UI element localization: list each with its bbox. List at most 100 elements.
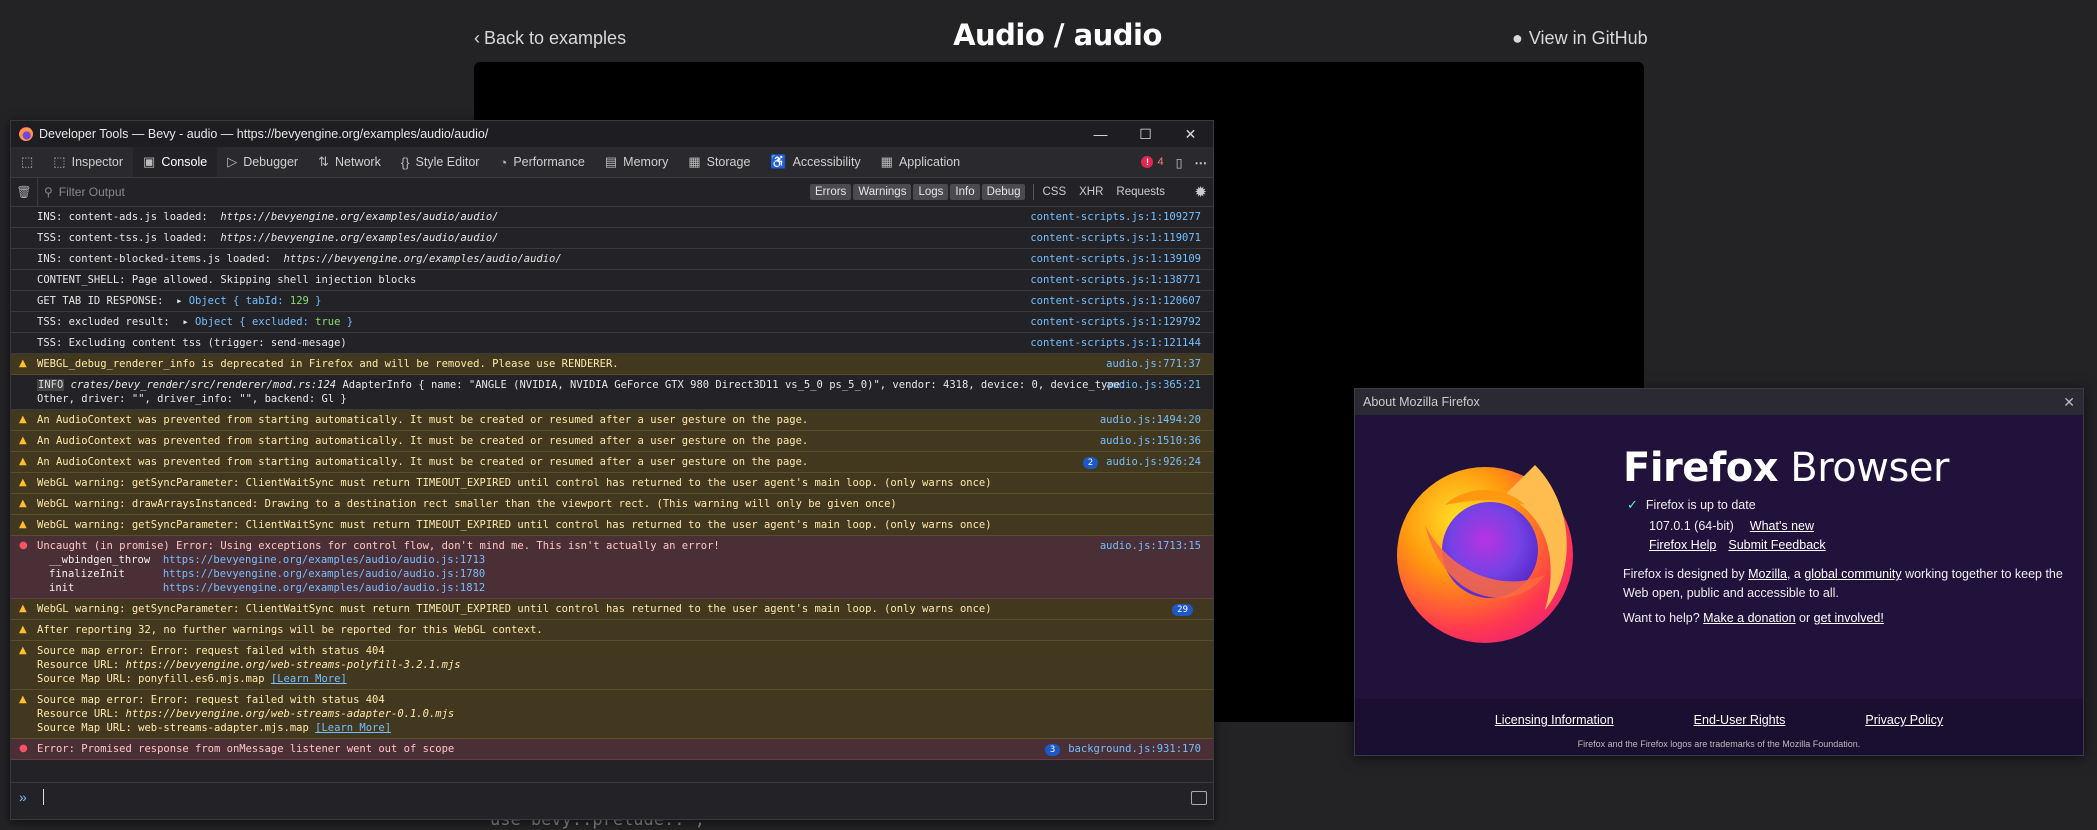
message-line: An AudioContext was prevented from start… [37, 414, 808, 426]
message-line: INS: content-blocked-items.js loaded: ht… [37, 253, 562, 265]
licensing-link[interactable]: Licensing Information [1495, 713, 1614, 727]
console-message[interactable]: ▲ WebGL warning: getSyncParameter: Client… [11, 599, 1213, 620]
firefox-help-link[interactable]: Firefox Help [1649, 538, 1716, 552]
tab-debugger[interactable]: ▷ Debugger [217, 147, 308, 177]
message-line: Source map error: Error: request failed … [37, 645, 385, 657]
message-text: TSS: excluded result: ▸ [37, 316, 196, 328]
stack-location-link[interactable]: https://bevyengine.org/examples/audio/au… [163, 582, 485, 594]
source-link[interactable]: background.js:931:170 [1068, 743, 1201, 755]
message-text: GET TAB ID RESPONSE: ▸ [37, 295, 189, 307]
filter-errors-button[interactable]: Errors [810, 184, 852, 200]
view-in-github-link[interactable]: ● View in GitHub [1512, 28, 1648, 49]
console-message[interactable]: CONTENT_SHELL: Page allowed. Skipping sh… [11, 270, 1213, 291]
tab-label: Memory [623, 155, 669, 169]
more-options-icon[interactable]: ⋯ [1195, 155, 1208, 170]
console-message[interactable]: ▲ After reporting 32, no further warnings… [11, 620, 1213, 641]
message-text[interactable]: [Learn More] [271, 673, 347, 685]
tab-accessibility[interactable]: ♿ Accessibility [760, 147, 870, 177]
source-link[interactable]: audio.js:926:24 [1106, 456, 1201, 468]
console-message[interactable]: ▲ An AudioContext was prevented from star… [11, 452, 1213, 473]
source-link[interactable]: content-scripts.js:1:109277 [1030, 211, 1201, 223]
console-message[interactable]: ▲ Source map error: Error: request failed… [11, 641, 1213, 690]
console-message[interactable]: TSS: Excluding content tss (trigger: sen… [11, 333, 1213, 354]
editor-mode-icon[interactable] [1191, 791, 1207, 805]
stack-location-link[interactable]: https://bevyengine.org/examples/audio/au… [163, 568, 485, 580]
tab-performance[interactable]: ◔ Performance [489, 147, 594, 177]
message-text: Error: Promised response from onMessage … [37, 743, 455, 755]
picker-icon: ⬚ [21, 154, 34, 169]
console-message[interactable]: ▲ WEBGL_debug_renderer_info is deprecated… [11, 354, 1213, 375]
element-picker-button[interactable]: ⬚ [11, 147, 43, 177]
source-link[interactable]: content-scripts.js:1:121144 [1030, 337, 1201, 349]
message-line: WebGL warning: drawArraysInstanced: Draw… [37, 498, 897, 510]
console-message[interactable]: TSS: content-tss.js loaded: https://bevy… [11, 228, 1213, 249]
filter-info-button[interactable]: Info [950, 184, 980, 200]
source-link[interactable]: content-scripts.js:1:129792 [1030, 316, 1201, 328]
global-community-link[interactable]: global community [1804, 567, 1901, 581]
minimize-button[interactable]: — [1078, 121, 1123, 147]
warning-icon: ▲ [19, 694, 27, 705]
tab-storage[interactable]: ▦ Storage [678, 147, 760, 177]
console-settings-icon[interactable]: ✹ [1194, 183, 1207, 201]
source-link[interactable]: content-scripts.js:1:139109 [1030, 253, 1201, 265]
console-message[interactable]: ● Uncaught (in promise) Error: Using exce… [11, 536, 1213, 599]
message-line: INS: content-ads.js loaded: https://bevy… [37, 211, 498, 223]
source-link[interactable]: content-scripts.js:1:119071 [1030, 232, 1201, 244]
source-link[interactable]: audio.js:771:37 [1106, 358, 1201, 370]
tab-console[interactable]: ▣ Console [133, 147, 218, 177]
console-message[interactable]: ▲ An AudioContext was prevented from star… [11, 431, 1213, 452]
tab-inspector[interactable]: ⬚ Inspector [43, 147, 133, 177]
filter-warnings-button[interactable]: Warnings [853, 184, 912, 200]
console-message[interactable]: ▲ WebGL warning: getSyncParameter: Client… [11, 473, 1213, 494]
stack-location-link[interactable]: https://bevyengine.org/examples/audio/au… [163, 554, 485, 566]
tab-network[interactable]: ⇅ Network [308, 147, 391, 177]
tab-application[interactable]: ▦ Application [871, 147, 970, 177]
message-text[interactable]: [Learn More] [315, 722, 391, 734]
close-button[interactable]: ✕ [1168, 121, 1213, 147]
filter-output-input[interactable]: ⚲ Filter Output [37, 178, 804, 206]
filter-xhr-button[interactable]: XHR [1079, 186, 1103, 198]
about-close-icon[interactable]: ✕ [2063, 389, 2075, 415]
console-message[interactable]: INS: content-blocked-items.js loaded: ht… [11, 249, 1213, 270]
console-message[interactable]: INFO crates/bevy_render/src/renderer/mod… [11, 375, 1213, 410]
error-count-badge[interactable]: ! 4 [1141, 156, 1164, 168]
source-link[interactable]: audio.js:1713:15 [1100, 540, 1201, 552]
stack-function: __wbindgen_throw [49, 554, 151, 566]
console-message[interactable]: ▲ Source map error: Error: request failed… [11, 690, 1213, 739]
message-line: TSS: content-tss.js loaded: https://bevy… [37, 232, 498, 244]
source-link[interactable]: audio.js:365:21 [1106, 379, 1201, 391]
submit-feedback-link[interactable]: Submit Feedback [1728, 538, 1825, 552]
source-link[interactable]: audio.js:1510:36 [1100, 435, 1201, 447]
network-icon: ⇅ [318, 154, 329, 169]
console-message[interactable]: ▲ An AudioContext was prevented from star… [11, 410, 1213, 431]
make-donation-link[interactable]: Make a donation [1703, 611, 1795, 625]
clear-console-icon[interactable]: 🗑 [11, 185, 37, 199]
tab-memory[interactable]: ▤ Memory [595, 147, 678, 177]
whats-new-link[interactable]: What's new [1750, 519, 1814, 533]
get-involved-link[interactable]: get involved! [1814, 611, 1884, 625]
console-input[interactable]: » [11, 782, 1213, 819]
console-output[interactable]: INS: content-ads.js loaded: https://bevy… [11, 207, 1213, 782]
source-link[interactable]: content-scripts.js:1:138771 [1030, 274, 1201, 286]
mozilla-link[interactable]: Mozilla [1748, 567, 1787, 581]
source-link[interactable]: audio.js:1494:20 [1100, 414, 1201, 426]
version-text: 107.0.1 (64-bit) [1649, 519, 1734, 533]
filter-logs-button[interactable]: Logs [913, 184, 949, 200]
maximize-button[interactable]: ☐ [1123, 121, 1168, 147]
source-link[interactable]: content-scripts.js:1:120607 [1030, 295, 1201, 307]
console-message[interactable]: ▲ WebGL warning: drawArraysInstanced: Dra… [11, 494, 1213, 515]
filter-css-button[interactable]: CSS [1042, 186, 1066, 198]
end-user-rights-link[interactable]: End-User Rights [1694, 713, 1786, 727]
filter-requests-button[interactable]: Requests [1116, 186, 1165, 198]
privacy-policy-link[interactable]: Privacy Policy [1865, 713, 1943, 727]
console-message[interactable]: TSS: excluded result: ▸ Object { exclude… [11, 312, 1213, 333]
console-message[interactable]: ▲ WebGL warning: getSyncParameter: Client… [11, 515, 1213, 536]
dock-toggle-icon[interactable]: ▯ [1176, 155, 1183, 170]
tab-style-editor[interactable]: {} Style Editor [391, 147, 490, 177]
message-line: After reporting 32, no further warnings … [37, 624, 543, 636]
console-message[interactable]: INS: content-ads.js loaded: https://bevy… [11, 207, 1213, 228]
console-message[interactable]: GET TAB ID RESPONSE: ▸ Object { tabId: 1… [11, 291, 1213, 312]
filter-debug-button[interactable]: Debug [981, 184, 1026, 200]
warning-icon: ▲ [19, 414, 27, 425]
console-message[interactable]: ● Error: Promised response from onMessage… [11, 739, 1213, 760]
